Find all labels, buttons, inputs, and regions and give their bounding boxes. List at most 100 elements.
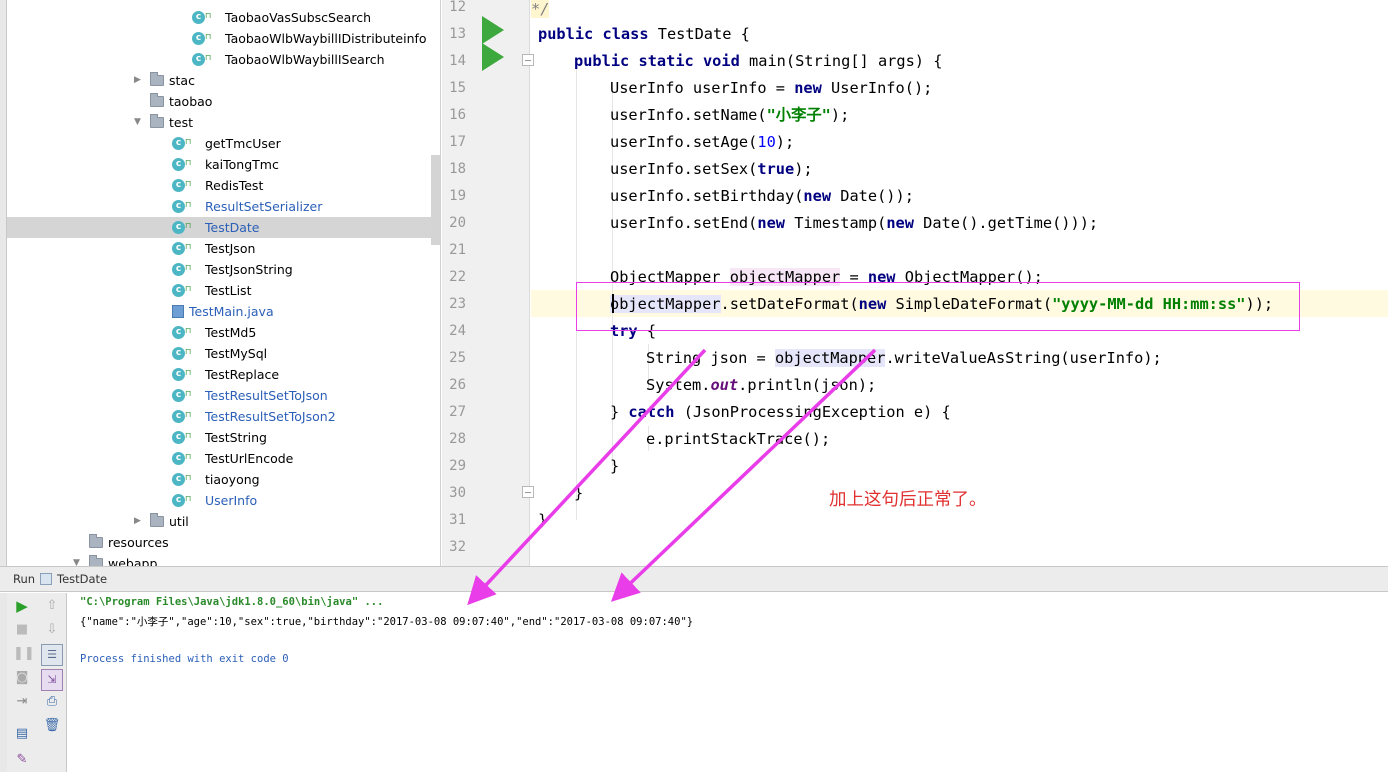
tree-item-label: TestMd5 (205, 325, 257, 340)
layout-icon[interactable]: ▤ (13, 725, 31, 743)
stop-icon[interactable]: ■ (13, 621, 31, 639)
tree-item[interactable]: c ⊓ TestResultSetToJson (7, 385, 431, 406)
tree-item[interactable]: c ⊓ UserInfo (7, 490, 431, 511)
line-number: 29 (449, 458, 466, 474)
line-number: 22 (449, 269, 466, 285)
code-line-20: userInfo.setEnd(new Timestamp(new Date()… (610, 214, 1099, 232)
config-icon (40, 573, 52, 585)
tree-item-label: resources (108, 535, 169, 550)
runnable-icon: ⊓ (185, 263, 192, 272)
tree-item-label: util (169, 514, 189, 529)
runnable-icon: ⊓ (185, 284, 192, 293)
class-icon: c (172, 473, 185, 486)
tree-item-label: TestMain.java (189, 304, 274, 319)
expand-arrow-icon[interactable]: ▼ (134, 112, 141, 133)
tree-item[interactable]: c ⊓ TestReplace (7, 364, 431, 385)
class-icon: c (172, 368, 185, 381)
tree-item[interactable]: taobao (7, 91, 431, 112)
class-icon: c (172, 221, 185, 234)
tree-item-label: TestJsonString (205, 262, 293, 277)
tree-item[interactable]: ▼ test (7, 112, 431, 133)
line-number: 32 (449, 539, 466, 555)
print-icon[interactable]: ⎙ (43, 693, 61, 711)
tree-item[interactable]: c ⊓ getTmcUser (7, 133, 431, 154)
collapse-arrow-icon[interactable]: ▶ (134, 70, 141, 91)
run-gutter-icon[interactable] (482, 43, 504, 71)
tree-item[interactable]: c ⊓ TestJson (7, 238, 431, 259)
class-icon: c (172, 284, 185, 297)
tree-item[interactable]: TestMain.java (7, 301, 431, 322)
run-tools: ▶ ⇧ ■ ⇩ ❚❚ ☰ ◙ ⇲ ⇥ ⎙ 🗑 ▤ ✎ (0, 593, 67, 772)
pin-icon[interactable]: ✎ (13, 751, 31, 769)
code-line-17: userInfo.setAge(10); (610, 133, 795, 151)
tree-item[interactable]: c ⊓ ResultSetSerializer (7, 196, 431, 217)
console-command: "C:\Program Files\Java\jdk1.8.0_60\bin\j… (80, 596, 384, 608)
tree-item-label: taobao (169, 94, 213, 109)
project-tool-strip[interactable] (0, 0, 7, 566)
class-icon: c (192, 53, 205, 66)
tree-item-label: TestResultSetToJson (205, 388, 328, 403)
runnable-icon: ⊓ (185, 347, 192, 356)
console-json-output: {"name":"小李子","age":10,"sex":true,"birth… (80, 616, 694, 628)
tree-item[interactable]: c ⊓ TaobaoWlbWaybillIDistributeinfo (7, 28, 431, 49)
line-number: 13 (449, 26, 466, 42)
up-arrow-icon[interactable]: ⇧ (43, 597, 61, 615)
tree-item-label: RedisTest (205, 178, 264, 193)
tree-item-label: TaobaoWlbWaybillIDistributeinfo (225, 31, 427, 46)
code-line-30: } (574, 484, 584, 502)
tree-item-label: TestMySql (205, 346, 268, 361)
access-icon: ⊓ (185, 200, 192, 209)
code-line-28: e.printStackTrace(); (646, 430, 831, 448)
tree-item[interactable]: ▼ webapp (7, 553, 431, 566)
tree-item[interactable]: c ⊓ TestMd5 (7, 322, 431, 343)
class-icon: c (172, 410, 185, 423)
tree-item[interactable]: ▶ stac (7, 70, 431, 91)
run-tab-testdate[interactable]: TestDate (57, 567, 107, 591)
package-folder-icon (150, 513, 164, 527)
tree-item-label: TestResultSetToJson2 (205, 409, 336, 424)
camera-icon[interactable]: ◙ (13, 669, 31, 687)
runnable-icon: ⊓ (185, 179, 192, 188)
collapse-arrow-icon[interactable]: ▶ (134, 511, 141, 532)
class-icon: c (172, 179, 185, 192)
tree-item[interactable]: c ⊓ kaiTongTmc (7, 154, 431, 175)
tree-item[interactable]: c ⊓ TestString (7, 427, 431, 448)
tree-item[interactable]: c ⊓ TaobaoVasSubscSearch (7, 7, 431, 28)
console-output[interactable]: "C:\Program Files\Java\jdk1.8.0_60\bin\j… (80, 593, 1380, 772)
tree-item[interactable]: c ⊓ TaobaoWlbWaybillISearch (7, 49, 431, 70)
tree-item-label: test (169, 115, 194, 130)
tree-item[interactable]: c ⊓ TestResultSetToJson2 (7, 406, 431, 427)
expand-arrow-icon[interactable]: ▼ (73, 553, 80, 566)
tree-item[interactable]: c ⊓ TestJsonString (7, 259, 431, 280)
project-tree[interactable]: c ⊓ TaobaoVasSubscSearch c ⊓ TaobaoWlbWaybill… (0, 0, 441, 566)
run-tool-strip (0, 593, 7, 772)
tree-scrollbar[interactable] (431, 155, 440, 245)
scroll-to-end-icon[interactable]: ⇲ (41, 669, 63, 691)
soft-wrap-icon[interactable]: ☰ (41, 644, 63, 666)
run-gutter-icon[interactable] (482, 16, 504, 44)
tree-item-label: TestList (205, 283, 252, 298)
tree-item[interactable]: c ⊓ TestList (7, 280, 431, 301)
tree-item[interactable]: c ⊓ tiaoyong (7, 469, 431, 490)
runnable-icon: ⊓ (185, 473, 192, 482)
line-number: 26 (449, 377, 466, 393)
tree-item-label: stac (169, 73, 195, 88)
rerun-icon[interactable]: ▶ (13, 597, 31, 615)
tree-item[interactable]: c ⊓ TestMySql (7, 343, 431, 364)
tree-item-label: webapp (108, 556, 158, 566)
tree-item[interactable]: c ⊓ RedisTest (7, 175, 431, 196)
login-icon[interactable]: ⇥ (13, 693, 31, 711)
line-number: 25 (449, 350, 466, 366)
run-panel[interactable]: Run TestDate ▶ ⇧ ■ ⇩ ❚❚ ☰ ◙ ⇲ ⇥ ⎙ 🗑 ▤ ✎ … (0, 566, 1388, 772)
package-folder-icon (89, 534, 103, 548)
trash-icon[interactable]: 🗑 (43, 717, 61, 735)
tree-item[interactable]: c ⊓ TestDate (7, 217, 431, 238)
line-number: 15 (449, 80, 466, 96)
line-number: 14 (449, 53, 466, 69)
pause-icon[interactable]: ❚❚ (13, 645, 35, 663)
down-arrow-icon[interactable]: ⇩ (43, 621, 61, 639)
code-line-13: public class TestDate { (538, 25, 750, 43)
tree-item[interactable]: resources (7, 532, 431, 553)
tree-item[interactable]: ▶ util (7, 511, 431, 532)
tree-item[interactable]: c ⊓ TestUrlEncode (7, 448, 431, 469)
